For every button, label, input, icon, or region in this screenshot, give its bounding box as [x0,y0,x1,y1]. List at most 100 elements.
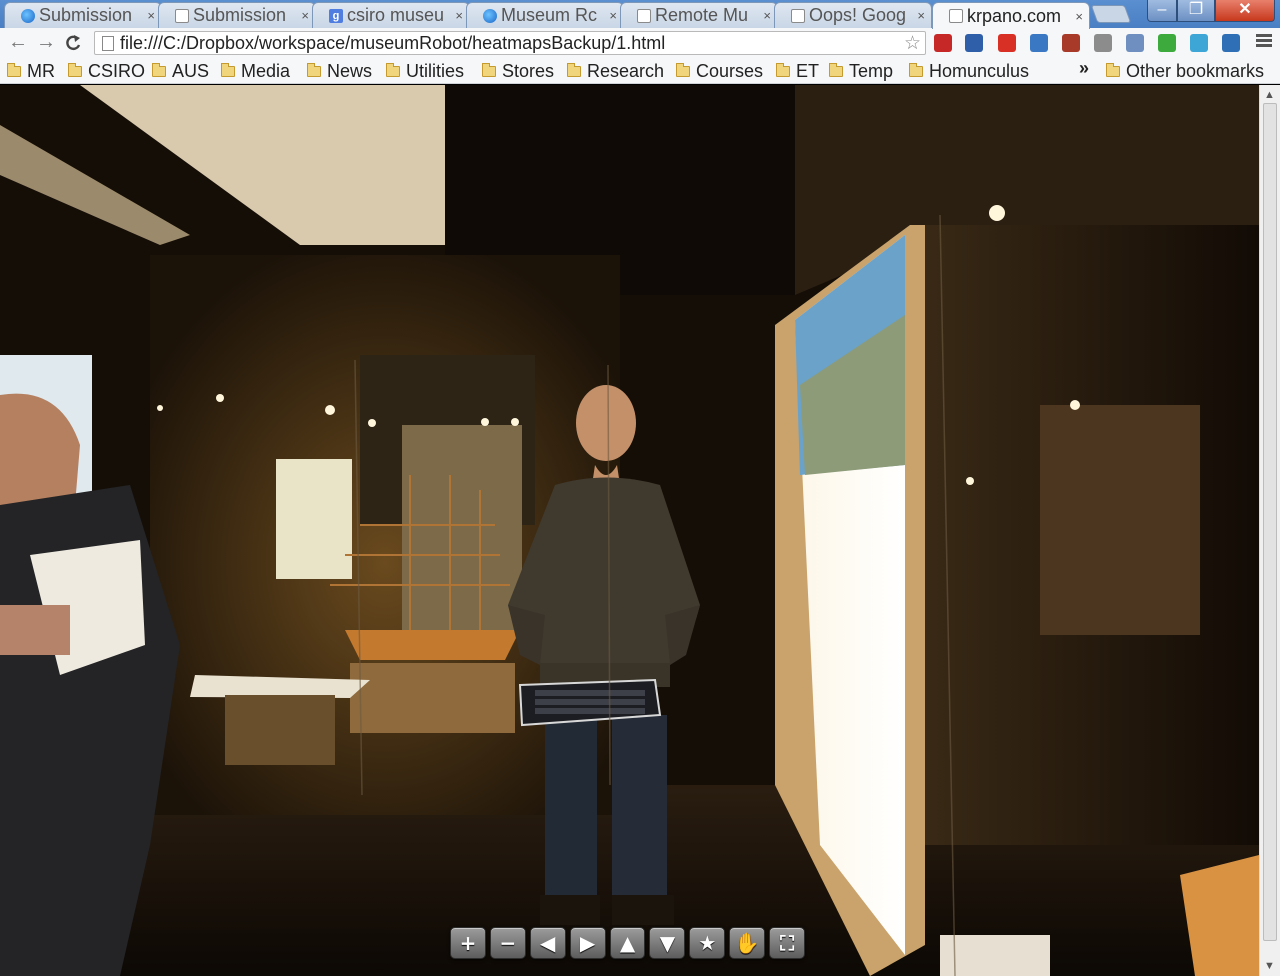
bookmark-folder-csiro[interactable]: CSIRO [68,60,145,82]
bookmark-folder-research[interactable]: Research [567,60,664,82]
forward-arrow-icon[interactable]: → [36,31,56,54]
extension-spellcheck-icon[interactable] [1158,34,1176,52]
extension-grid-icon[interactable] [1062,34,1080,52]
tab-csiro-museum[interactable]: g csiro museu × [312,2,470,28]
extension-skype-icon[interactable] [1190,34,1208,52]
reload-icon[interactable] [64,31,82,58]
hotspot-star-button[interactable]: ★ [689,927,726,959]
pan-down-button[interactable]: ▼ [649,927,686,959]
pan-left-button[interactable]: ◀ [529,927,566,959]
bookmark-folder-homunculus[interactable]: Homunculus [909,60,1029,82]
zoom-out-button[interactable]: − [489,927,526,959]
vertical-scrollbar[interactable]: ▲ ▼ [1259,85,1280,976]
bookmark-folder-mr[interactable]: MR [7,60,55,82]
bookmark-label: Utilities [406,60,465,81]
bookmark-star-icon[interactable]: ☆ [904,32,921,55]
bookmark-folder-stores[interactable]: Stores [482,60,554,82]
bookmark-folder-et[interactable]: ET [776,60,819,82]
bookmark-folder-courses[interactable]: Courses [676,60,763,82]
tab-close-icon[interactable]: × [1075,9,1083,24]
bookmark-label: Homunculus [929,60,1030,81]
bookmark-label: Media [241,60,291,81]
krpano-panorama-viewer[interactable] [0,85,1259,976]
tab-close-icon[interactable]: × [763,8,771,23]
pan-up-button[interactable]: ▲ [609,927,646,959]
extension-power-icon[interactable] [1094,34,1112,52]
tab-close-icon[interactable]: × [147,8,155,23]
bookmarks-overflow-chevron[interactable]: » [1079,58,1089,79]
page-icon [102,36,114,51]
scroll-down-arrow-icon[interactable]: ▼ [1264,960,1275,972]
extension-gmail-icon[interactable] [998,34,1016,52]
extension-bookmark-icon[interactable] [934,34,952,52]
folder-icon [482,62,496,77]
tab-oops-google[interactable]: Oops! Goog × [774,2,932,28]
bookmark-folder-temp[interactable]: Temp [829,60,893,82]
bookmark-label: News [327,60,373,81]
tab-close-icon[interactable]: × [609,8,617,23]
folder-icon [221,62,235,77]
tab-strip: Submission × Submission × g csiro museu … [0,0,1280,29]
zoom-in-button[interactable]: + [450,927,486,959]
tab-close-icon[interactable]: × [455,8,463,23]
fullscreen-button[interactable]: ⛶ [769,927,806,959]
tab-close-icon[interactable]: × [301,8,309,23]
extension-html-icon[interactable] [1126,34,1144,52]
bookmark-label: Other bookmarks [1126,60,1265,81]
extension-dropbox-icon[interactable] [965,34,983,52]
page-icon [637,8,651,23]
tab-krpano[interactable]: krpano.com × [932,2,1090,29]
folder-icon [1106,62,1120,77]
folder-icon [909,62,923,77]
page-icon [949,9,963,23]
folder-icon [776,62,790,77]
panorama-image [0,85,1259,976]
folder-icon [567,62,581,77]
krpano-control-bar: + − ◀ ▶ ▲ ▼ ★ ✋ ⛶ [450,927,806,961]
folder-icon [7,62,21,77]
bookmark-label: Stores [502,60,555,81]
tab-submission-1[interactable]: Submission × [4,2,162,28]
url-text[interactable]: file:///C:/Dropbox/workspace/museumRobot… [120,33,665,54]
extension-pen-icon[interactable] [1222,34,1240,52]
tab-submission-2[interactable]: Submission × [158,2,316,28]
scrollbar-thumb[interactable] [1263,103,1277,941]
tab-close-icon[interactable]: × [917,8,925,23]
scroll-up-arrow-icon[interactable]: ▲ [1264,89,1275,101]
extension-translate-icon[interactable] [1030,34,1048,52]
tab-museum-robot[interactable]: Museum Rc × [466,2,624,28]
bookmarks-bar: MR CSIRO AUS Media News Utilities Stores… [0,58,1280,84]
ie-icon [21,8,35,23]
pan-right-button[interactable]: ▶ [569,927,606,959]
tab-title: csiro museu [347,5,445,25]
page-icon [175,8,189,23]
close-window-button[interactable]: ✕ [1215,0,1275,22]
hand-drag-button[interactable]: ✋ [729,927,766,959]
bookmark-folder-media[interactable]: Media [221,60,290,82]
bookmark-folder-utilities[interactable]: Utilities [386,60,464,82]
minimize-button[interactable]: – [1147,0,1177,22]
folder-icon [676,62,690,77]
bookmark-folder-news[interactable]: News [307,60,372,82]
address-bar[interactable]: file:///C:/Dropbox/workspace/museumRobot… [94,31,926,55]
tab-remote-museum[interactable]: Remote Mu × [620,2,778,28]
ie-icon [483,8,497,23]
tab-title: Oops! Goog [809,5,907,25]
google-icon: g [329,8,343,23]
folder-icon [68,62,82,77]
tab-title: Submission [193,5,287,25]
tab-title: krpano.com [967,5,1062,26]
bookmark-folder-aus[interactable]: AUS [152,60,209,82]
bookmark-label: AUS [172,60,210,81]
maximize-button[interactable]: ❐ [1177,0,1215,22]
back-arrow-icon[interactable]: ← [8,31,28,54]
new-tab-button[interactable] [1090,5,1132,23]
folder-icon [386,62,400,77]
folder-icon [829,62,843,77]
tab-title: Remote Mu [655,5,749,25]
bookmark-label: ET [796,60,820,81]
bookmark-folder-other[interactable]: Other bookmarks [1106,60,1264,82]
bookmark-label: Research [587,60,665,81]
tab-title: Museum Rc [501,5,598,25]
chrome-menu-icon[interactable] [1256,32,1272,49]
